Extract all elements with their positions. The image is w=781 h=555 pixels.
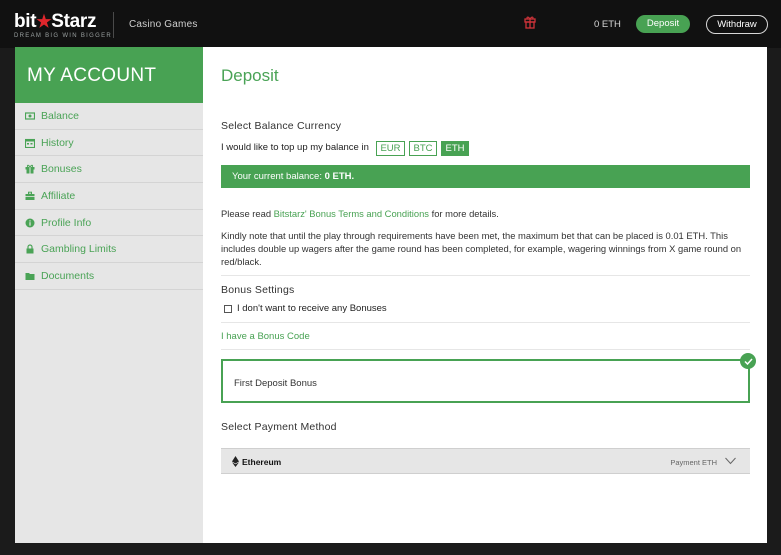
sidebar-item-documents[interactable]: Documents — [15, 263, 203, 290]
sidebar-item-gambling-limits[interactable]: Gambling Limits — [15, 236, 203, 264]
info-icon — [25, 218, 35, 228]
money-icon — [25, 111, 35, 121]
payment-method-name: Ethereum — [242, 457, 282, 467]
currency-section-title: Select Balance Currency — [221, 120, 342, 132]
section-divider — [221, 275, 750, 276]
header-withdraw-button[interactable]: Withdraw — [706, 15, 768, 34]
sidebar-item-label: Gambling Limits — [41, 243, 117, 256]
terms-notice: Please read Bitstarz' Bonus Terms and Co… — [221, 208, 499, 219]
checkbox-box[interactable] — [224, 304, 232, 313]
calendar-icon — [25, 138, 35, 148]
sidebar-item-label: Documents — [41, 269, 95, 282]
payment-method-ethereum[interactable]: Ethereum Payment ETH — [221, 448, 750, 474]
balance-suffix: . — [351, 171, 355, 182]
lock-icon — [25, 244, 35, 254]
currency-option-eth[interactable]: ETH — [441, 141, 469, 156]
max-bet-note: Kindly note that until the play through … — [221, 230, 742, 267]
folder-icon — [25, 271, 35, 281]
bonus-settings-title: Bonus Settings — [221, 284, 295, 296]
sidebar-title: MY ACCOUNT — [15, 47, 203, 103]
currency-option-btc[interactable]: BTC — [409, 141, 437, 156]
top-bar: bit★Starz DREAM BIG WIN BIGGER Casino Ga… — [0, 0, 781, 48]
balance-value: 0 ETH — [324, 171, 352, 182]
sidebar-item-balance[interactable]: Balance — [15, 103, 203, 130]
briefcase-icon — [25, 191, 35, 201]
gift-icon — [25, 164, 35, 174]
payment-section-title: Select Payment Method — [221, 421, 337, 433]
bonus-option-label: First Deposit Bonus — [234, 378, 317, 389]
logo-star-icon: ★ — [36, 12, 52, 31]
account-sidebar: MY ACCOUNT Balance History Bonuses Affil… — [15, 47, 203, 543]
section-divider — [221, 322, 750, 323]
check-icon — [740, 353, 756, 369]
first-deposit-bonus-option[interactable]: First Deposit Bonus — [221, 359, 750, 403]
header-deposit-button[interactable]: Deposit — [636, 15, 690, 33]
no-bonus-label: I don't want to receive any Bonuses — [237, 303, 387, 314]
bonus-terms-link[interactable]: Bitstarz' Bonus Terms and Conditions — [274, 208, 429, 219]
header-divider — [113, 12, 114, 38]
bonus-code-link[interactable]: I have a Bonus Code — [221, 331, 310, 342]
bitstarz-logo[interactable]: bit★Starz DREAM BIG WIN BIGGER — [14, 12, 112, 39]
ethereum-icon — [232, 456, 239, 467]
header-balance: 0 ETH — [594, 19, 621, 30]
deposit-panel: Deposit Select Balance Currency I would … — [203, 47, 767, 543]
sidebar-item-label: Profile Info — [41, 216, 92, 229]
sidebar-item-history[interactable]: History — [15, 130, 203, 157]
section-divider — [221, 349, 750, 350]
nav-casino-games[interactable]: Casino Games — [129, 19, 198, 30]
currency-option-eur[interactable]: EUR — [376, 141, 405, 156]
current-balance-bar: Your current balance: 0 ETH. — [221, 165, 750, 188]
no-bonus-checkbox[interactable]: I don't want to receive any Bonuses — [224, 303, 387, 314]
logo-wordmark: bit★Starz — [14, 11, 97, 32]
chevron-down-icon[interactable] — [725, 457, 736, 465]
sidebar-item-profile-info[interactable]: Profile Info — [15, 210, 203, 237]
sidebar-item-label: Affiliate — [41, 189, 76, 202]
sidebar-item-label: History — [41, 136, 74, 149]
page-title: Deposit — [221, 66, 279, 85]
topup-label: I would like to top up my balance in — [221, 142, 369, 153]
balance-prefix: Your current balance: — [232, 171, 325, 182]
gift-icon[interactable] — [524, 15, 536, 29]
sidebar-item-label: Bonuses — [41, 163, 82, 176]
payment-method-caption: Payment ETH — [670, 458, 717, 467]
sidebar-item-label: Balance — [41, 109, 79, 122]
logo-tagline: DREAM BIG WIN BIGGER — [14, 33, 113, 39]
sidebar-item-bonuses[interactable]: Bonuses — [15, 156, 203, 184]
sidebar-item-affiliate[interactable]: Affiliate — [15, 183, 203, 210]
